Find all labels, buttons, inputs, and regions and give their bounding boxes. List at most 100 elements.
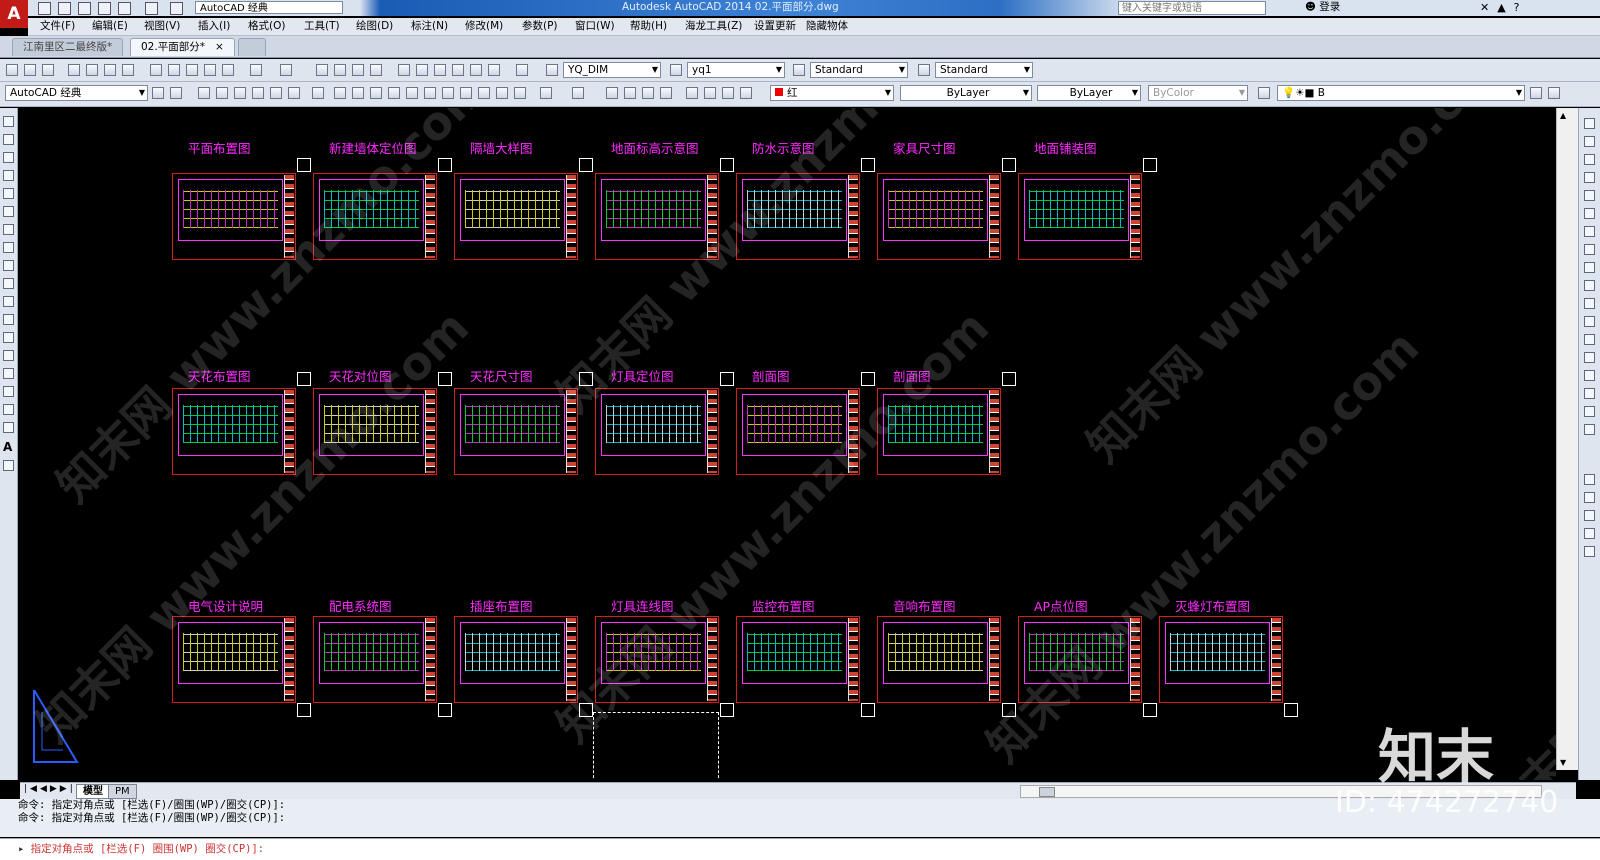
dim-angular-icon[interactable] (1584, 528, 1595, 539)
menu-window[interactable]: 窗口(W) (575, 19, 615, 34)
properties-icon[interactable] (686, 87, 698, 99)
layer-select[interactable]: 💡☀■ B ▼ (1277, 85, 1525, 101)
wblock-icon[interactable] (460, 87, 472, 99)
scroll-down-icon[interactable]: ▼ (1560, 758, 1566, 767)
zoom-previous-icon[interactable] (370, 64, 382, 76)
workspace-select[interactable]: AutoCAD 经典 (195, 1, 343, 14)
workspace-settings-icon[interactable] (152, 87, 164, 99)
stretch-icon[interactable] (1584, 262, 1595, 273)
trim-icon[interactable] (1584, 280, 1595, 291)
insert-block-icon[interactable] (3, 314, 14, 325)
block-icon[interactable] (424, 87, 436, 99)
grip-box[interactable] (861, 703, 875, 717)
tab-plan-part[interactable]: 02.平面部分* × (130, 38, 235, 56)
new-tab-button[interactable] (238, 38, 266, 56)
plot-icon[interactable] (68, 64, 80, 76)
zoom-icon[interactable] (624, 87, 636, 99)
dim-linear-icon[interactable] (1584, 474, 1595, 485)
erase-icon[interactable] (312, 87, 324, 99)
grip-box[interactable] (297, 158, 311, 172)
zoom-window-icon[interactable] (642, 87, 654, 99)
move-icon[interactable] (1584, 208, 1595, 219)
grip-box[interactable] (1002, 158, 1016, 172)
tablestyle-icon2[interactable] (918, 64, 930, 76)
layer-properties-icon[interactable] (1258, 87, 1270, 99)
menu-dimension[interactable]: 标注(N) (411, 19, 448, 34)
dimlinear-icon[interactable] (388, 87, 400, 99)
sheetset-icon[interactable] (452, 64, 464, 76)
add-selected-icon[interactable] (3, 460, 14, 471)
lock-ui-icon[interactable] (170, 87, 182, 99)
explode-icon[interactable] (1584, 388, 1595, 399)
menu-parametric[interactable]: 参数(P) (522, 19, 558, 34)
measure-icon[interactable] (370, 87, 382, 99)
purge-icon[interactable] (270, 87, 282, 99)
mleader-select[interactable]: yq1 ▼ (687, 62, 785, 78)
align-icon[interactable] (1584, 424, 1595, 435)
layer-previous-icon[interactable] (1548, 87, 1560, 99)
xline-icon[interactable] (3, 134, 14, 145)
dim-aligned-icon[interactable] (1584, 492, 1595, 503)
publish-icon[interactable] (104, 64, 116, 76)
mirror-icon[interactable] (1584, 154, 1595, 165)
copy-icon[interactable] (1584, 136, 1595, 147)
tab-model[interactable]: 模型 (76, 784, 110, 799)
drawing-sheet[interactable] (1018, 173, 1142, 260)
grip-box[interactable] (1284, 703, 1298, 717)
drawing-canvas[interactable]: 平面布置图 新建墙体定位图 隔墙大样图 地面标高示意图 防水示意图 家具尺寸图 地面铺装图天… (20, 108, 1556, 780)
tablestyle-select[interactable]: Standard ▼ (935, 62, 1033, 78)
hatch-icon[interactable] (3, 368, 14, 379)
vertical-scrollbar[interactable]: ▲ ▼ (1556, 108, 1578, 770)
arc-icon[interactable] (3, 206, 14, 217)
grip-box[interactable] (297, 703, 311, 717)
saveas-icon[interactable] (98, 2, 111, 15)
new-icon[interactable] (38, 2, 51, 15)
open-icon[interactable] (58, 2, 71, 15)
polyline-icon[interactable] (3, 152, 14, 163)
make-current-icon[interactable] (1530, 87, 1542, 99)
image-icon[interactable] (496, 87, 508, 99)
dimstyle-select[interactable]: YQ_DIM ▼ (563, 62, 661, 78)
designcenter-icon[interactable] (416, 64, 428, 76)
grip-box[interactable] (720, 158, 734, 172)
textstyle-select[interactable]: Standard ▼ (810, 62, 908, 78)
offset-icon[interactable] (1584, 172, 1595, 183)
scale-icon[interactable] (1584, 244, 1595, 255)
extend-icon[interactable] (1584, 298, 1595, 309)
redo-icon[interactable] (280, 64, 292, 76)
command-line[interactable]: ▸ 指定对角点或 [栏选(F) 圈围(WP) 圈交(CP)]: (0, 838, 1600, 860)
save-icon[interactable] (42, 64, 54, 76)
tab-jiangnan[interactable]: 江南里区二最终版* (12, 38, 124, 56)
grip-box[interactable] (861, 158, 875, 172)
undo-icon[interactable] (145, 2, 158, 15)
gradient-icon[interactable] (3, 386, 14, 397)
drawing-sheet[interactable] (877, 173, 1001, 260)
grip-box[interactable] (1002, 372, 1016, 386)
menu-tools[interactable]: 工具(T) (304, 19, 340, 34)
ellipse-arc-icon[interactable] (3, 296, 14, 307)
matchprop-icon[interactable] (204, 64, 216, 76)
mtext-icon[interactable]: A (3, 441, 14, 453)
drawing-sheet[interactable] (736, 616, 860, 703)
copy-icon[interactable] (168, 64, 180, 76)
revcloud-icon[interactable] (3, 242, 14, 253)
grip-box[interactable] (297, 372, 311, 386)
open-icon[interactable] (216, 87, 228, 99)
menu-hailong-tools[interactable]: 海龙工具(Z) (685, 19, 742, 34)
tab-pm[interactable]: PM (108, 784, 137, 799)
mtext-icon[interactable] (352, 87, 364, 99)
line-icon[interactable] (3, 116, 14, 127)
menu-edit[interactable]: 编辑(E) (92, 19, 128, 34)
markup-icon[interactable] (470, 64, 482, 76)
pan-icon[interactable] (316, 64, 328, 76)
xref-icon[interactable] (514, 87, 526, 99)
tablestyle-icon[interactable] (793, 64, 805, 76)
plot-icon[interactable] (252, 87, 264, 99)
menu-insert[interactable]: 插入(I) (198, 19, 230, 34)
menu-settings-update[interactable]: 设置更新 (754, 19, 796, 34)
grip-box[interactable] (720, 703, 734, 717)
insert-icon[interactable] (442, 87, 454, 99)
table-icon[interactable] (3, 422, 14, 433)
grip-box[interactable] (720, 372, 734, 386)
paste-icon[interactable] (186, 64, 198, 76)
